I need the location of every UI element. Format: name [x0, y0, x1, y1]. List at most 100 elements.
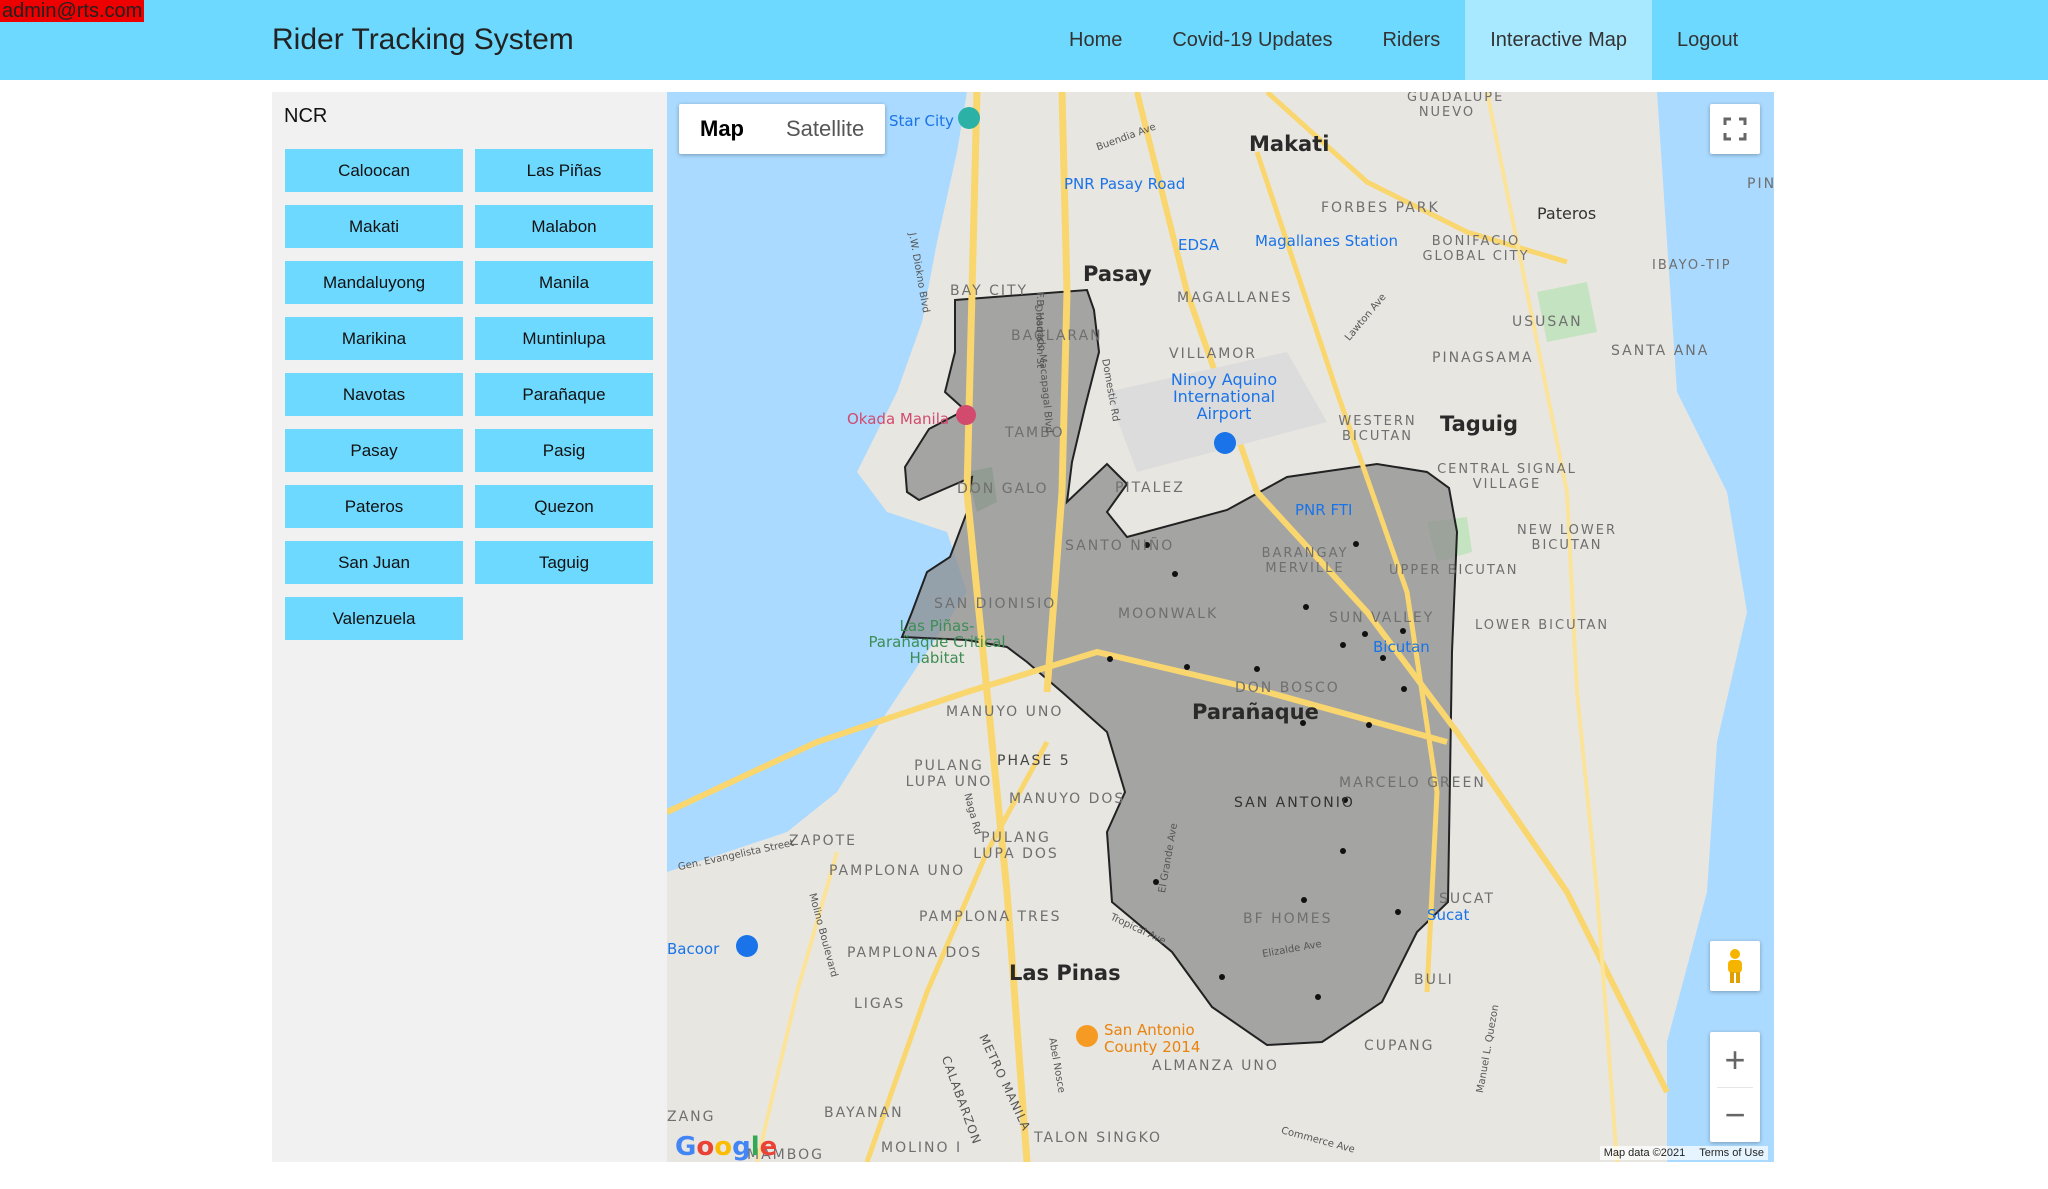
rider-marker[interactable]: [1340, 642, 1346, 648]
district-ibayo-tip: IBAYO-TIP: [1652, 258, 1732, 273]
bacoor-icon[interactable]: [736, 935, 758, 957]
city-button-mandaluyong[interactable]: Mandaluyong: [285, 261, 463, 304]
district-barangay-merville: BARANGAY MERVILLE: [1261, 546, 1349, 576]
city-button-muntinlupa[interactable]: Muntinlupa: [475, 317, 653, 360]
rider-marker[interactable]: [1254, 666, 1260, 672]
poi-magallanes-station[interactable]: Magallanes Station: [1255, 232, 1398, 250]
interactive-map[interactable]: Makati Pasay Taguig Parañaque Las Pinas …: [667, 92, 1774, 1162]
district-pamplona-dos: PAMPLONA DOS: [847, 945, 983, 961]
city-button-navotas[interactable]: Navotas: [285, 373, 463, 416]
poi-star-city[interactable]: Star City: [889, 112, 954, 130]
street-view-pegman[interactable]: [1710, 941, 1760, 991]
map-type-satellite-button[interactable]: Satellite: [765, 104, 885, 154]
district-san-dionisio: SAN DIONISIO: [934, 596, 1057, 612]
zoom-control: + −: [1710, 1032, 1760, 1142]
poi-naia[interactable]: Ninoy Aquino International Airport: [1169, 371, 1279, 422]
fullscreen-button[interactable]: [1710, 104, 1760, 154]
rider-marker[interactable]: [1401, 686, 1407, 692]
nav-covid-updates[interactable]: Covid-19 Updates: [1147, 0, 1357, 80]
district-santo-nino: SANTO NIÑO: [1065, 538, 1175, 554]
map-data-credit: Map data ©2021: [1603, 1147, 1686, 1159]
district-bayanan: BAYANAN: [824, 1105, 904, 1121]
poi-pnr-fti[interactable]: PNR FTI: [1295, 501, 1352, 519]
poi-pnr-pasay-road[interactable]: PNR Pasay Road: [1064, 175, 1185, 193]
terms-of-use-link[interactable]: Terms of Use: [1699, 1147, 1764, 1159]
rider-marker[interactable]: [1107, 656, 1113, 662]
okada-pin-icon[interactable]: [956, 405, 976, 425]
district-upper-bicutan: UPPER BICUTAN: [1389, 563, 1519, 578]
brand-title[interactable]: Rider Tracking System: [272, 20, 574, 60]
district-bf-homes: BF HOMES: [1243, 911, 1333, 927]
city-button-pasay[interactable]: Pasay: [285, 429, 463, 472]
district-pitalez: PITALEZ: [1115, 480, 1185, 496]
district-moonwalk: MOONWALK: [1118, 606, 1219, 622]
map-label-bacoor: Bacoor: [667, 940, 720, 958]
city-button-valenzuela[interactable]: Valenzuela: [285, 597, 463, 640]
rider-marker[interactable]: [1303, 604, 1309, 610]
city-button-marikina[interactable]: Marikina: [285, 317, 463, 360]
poi-edsa[interactable]: EDSA: [1178, 236, 1219, 254]
city-button-pasig[interactable]: Pasig: [475, 429, 653, 472]
poi-critical-habitat[interactable]: Las Piñas-Parañaque Critical Habitat: [867, 618, 1007, 666]
map-type-map-button[interactable]: Map: [679, 104, 765, 154]
pegman-icon: [1728, 949, 1742, 983]
district-pamplona-tres: PAMPLONA TRES: [919, 909, 1062, 925]
district-santa-ana: SANTA ANA: [1611, 343, 1710, 359]
airport-icon[interactable]: [1214, 432, 1236, 454]
zoom-in-button[interactable]: +: [1710, 1033, 1760, 1087]
district-sun-valley: SUN VALLEY: [1329, 610, 1435, 626]
city-button-las-pinas[interactable]: Las Piñas: [475, 149, 653, 192]
rider-marker[interactable]: [1184, 664, 1190, 670]
district-western-bicutan: WESTERN BICUTAN: [1338, 414, 1417, 444]
nav-home[interactable]: Home: [1044, 0, 1147, 80]
district-almanza-uno: ALMANZA UNO: [1152, 1058, 1279, 1074]
map-label-pateros: Pateros: [1537, 204, 1597, 223]
city-button-pateros[interactable]: Pateros: [285, 485, 463, 528]
city-button-quezon[interactable]: Quezon: [475, 485, 653, 528]
nav-interactive-map[interactable]: Interactive Map: [1465, 0, 1652, 80]
rider-marker[interactable]: [1400, 628, 1406, 634]
city-button-san-juan[interactable]: San Juan: [285, 541, 463, 584]
district-manuyo-dos: MANUYO DOS: [1009, 791, 1126, 807]
district-magallanes: MAGALLANES: [1177, 290, 1293, 306]
district-bay-city: BAY CITY: [950, 283, 1029, 299]
map-label-pasay: Pasay: [1083, 262, 1152, 286]
poi-sucat[interactable]: Sucat: [1427, 906, 1469, 924]
nav-riders[interactable]: Riders: [1357, 0, 1465, 80]
navbar: Rider Tracking System Home Covid-19 Upda…: [0, 0, 2048, 80]
poi-okada-manila[interactable]: Okada Manila: [847, 410, 949, 428]
map-type-control: Map Satellite: [679, 104, 886, 154]
city-button-paranaque[interactable]: Parañaque: [475, 373, 653, 416]
rider-marker[interactable]: [1362, 631, 1368, 637]
district-marcelo-green: MARCELO GREEN: [1339, 775, 1486, 791]
poi-bicutan[interactable]: Bicutan: [1373, 638, 1430, 656]
rider-marker[interactable]: [1301, 897, 1307, 903]
district-pin: PIN: [1747, 176, 1774, 192]
district-central-signal: CENTRAL SIGNAL VILLAGE: [1437, 462, 1577, 492]
district-pinagsama: PINAGSAMA: [1432, 350, 1534, 366]
rider-marker[interactable]: [1340, 848, 1346, 854]
poi-san-antonio-county[interactable]: San Antonio County 2014: [1104, 1022, 1214, 1056]
rider-marker[interactable]: [1219, 974, 1225, 980]
city-button-malabon[interactable]: Malabon: [475, 205, 653, 248]
district-forbes-park: FORBES PARK: [1321, 200, 1440, 216]
city-button-caloocan[interactable]: Caloocan: [285, 149, 463, 192]
district-phase-5: PHASE 5: [997, 753, 1071, 769]
district-villamor: VILLAMOR: [1169, 346, 1258, 362]
restaurant-icon[interactable]: [1076, 1025, 1098, 1047]
city-button-makati[interactable]: Makati: [285, 205, 463, 248]
city-button-manila[interactable]: Manila: [475, 261, 653, 304]
rider-marker[interactable]: [1366, 722, 1372, 728]
city-button-taguig[interactable]: Taguig: [475, 541, 653, 584]
district-pulang-lupa-uno: PULANG LUPA UNO: [905, 758, 993, 790]
district-pamplona-uno: PAMPLONA UNO: [829, 863, 966, 879]
rider-marker[interactable]: [1315, 994, 1321, 1000]
district-buli: BULI: [1414, 972, 1454, 988]
rider-marker[interactable]: [1395, 909, 1401, 915]
nav-logout[interactable]: Logout: [1652, 0, 1763, 80]
rider-marker[interactable]: [1172, 571, 1178, 577]
zoom-out-button[interactable]: −: [1710, 1088, 1760, 1142]
star-city-icon[interactable]: [958, 107, 980, 129]
district-new-lower-bicutan: NEW LOWER BICUTAN: [1516, 523, 1618, 553]
district-tambo: TAMBO: [1005, 425, 1065, 441]
